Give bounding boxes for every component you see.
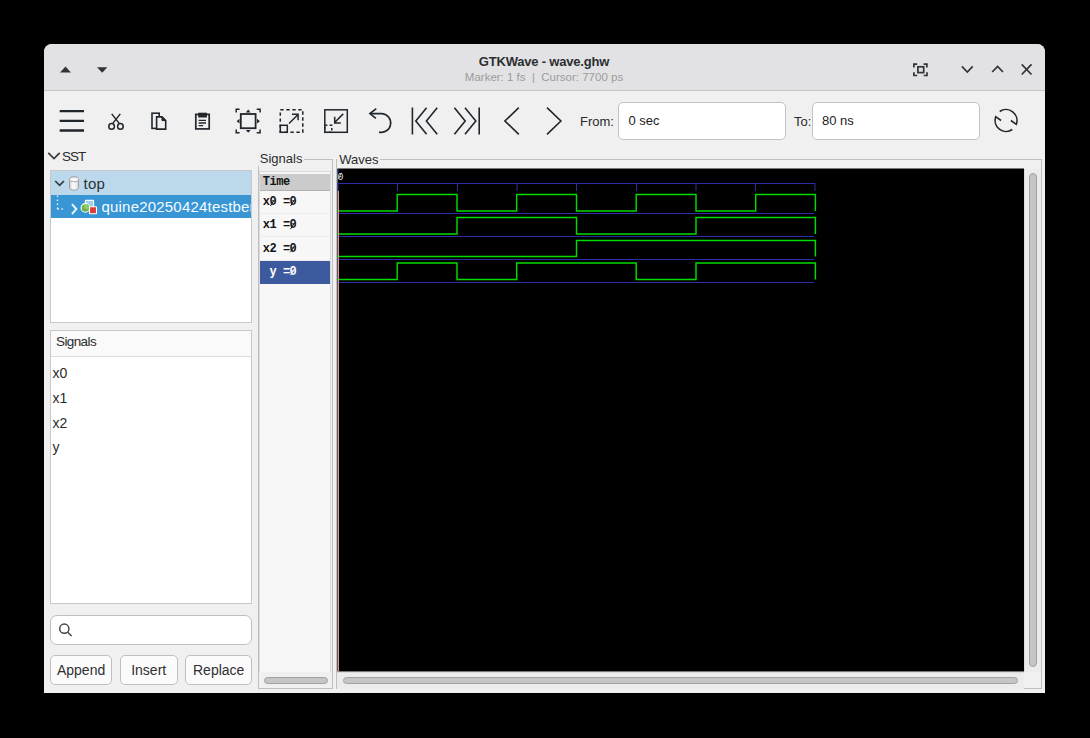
svg-text:0: 0 bbox=[338, 172, 344, 183]
